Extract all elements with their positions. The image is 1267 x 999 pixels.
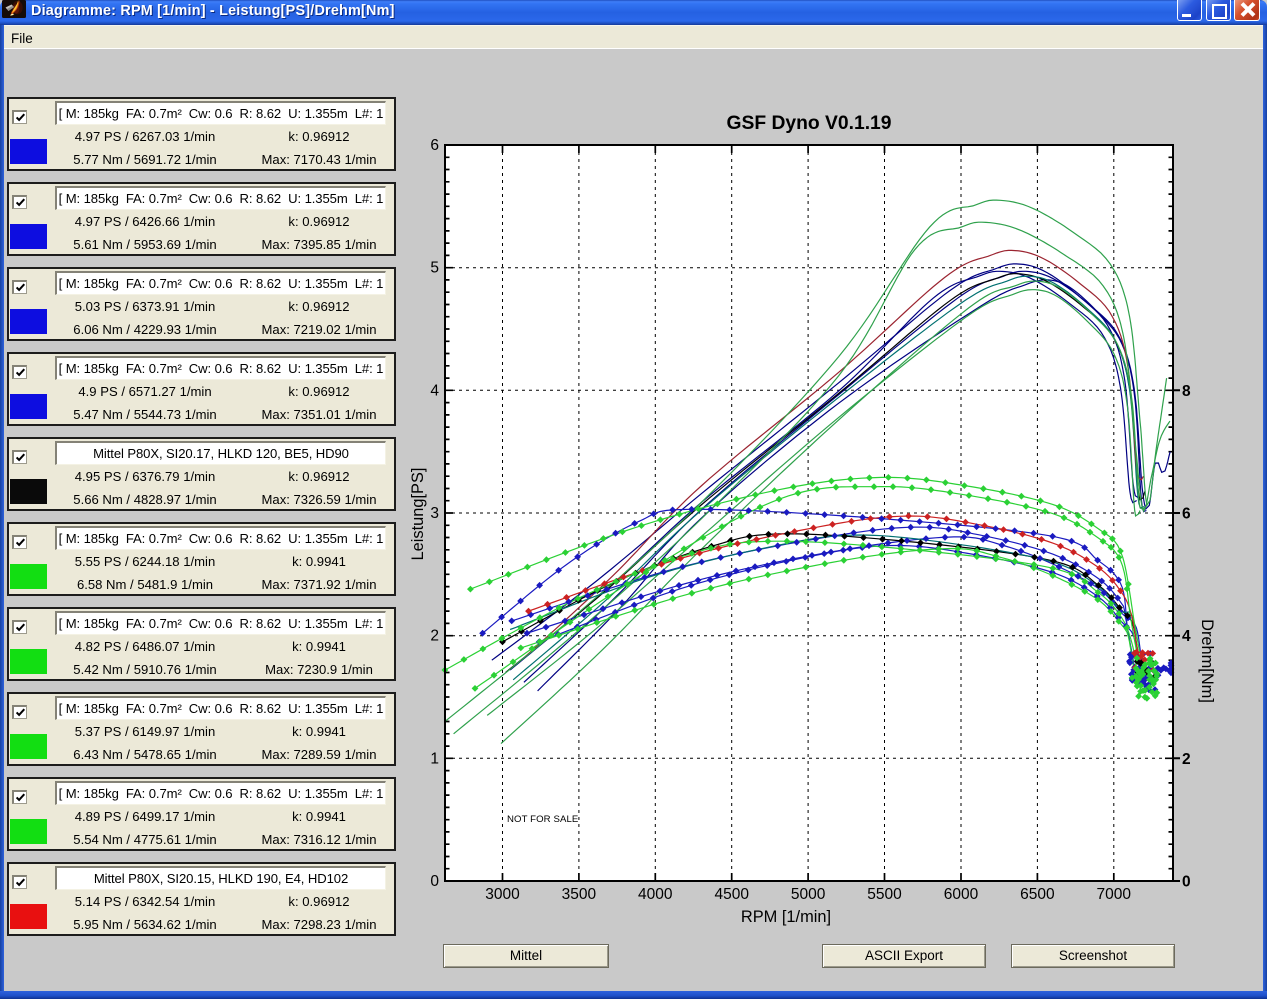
svg-text:6: 6 [1182, 506, 1191, 523]
svg-text:3: 3 [430, 505, 439, 522]
svg-text:4000: 4000 [638, 886, 673, 903]
svg-text:Leistung[PS]: Leistung[PS] [409, 468, 427, 561]
svg-text:5500: 5500 [867, 886, 902, 903]
svg-text:1: 1 [430, 750, 439, 767]
svg-text:4500: 4500 [714, 886, 749, 903]
svg-text:2: 2 [1182, 751, 1191, 768]
svg-text:4: 4 [1182, 628, 1191, 645]
svg-text:2: 2 [430, 628, 439, 645]
svg-text:5000: 5000 [791, 886, 826, 903]
svg-text:6000: 6000 [944, 886, 979, 903]
svg-text:NOT FOR SALE: NOT FOR SALE [507, 814, 578, 825]
svg-text:3000: 3000 [485, 886, 520, 903]
svg-text:0: 0 [430, 873, 439, 890]
svg-text:6: 6 [430, 137, 439, 154]
svg-text:Drehm[Nm]: Drehm[Nm] [1198, 619, 1216, 703]
svg-text:8: 8 [1182, 383, 1191, 400]
svg-text:3500: 3500 [562, 886, 597, 903]
svg-text:0: 0 [1182, 874, 1191, 891]
svg-text:4: 4 [430, 382, 439, 399]
svg-text:GSF Dyno V0.1.19: GSF Dyno V0.1.19 [726, 113, 891, 134]
svg-text:6500: 6500 [1020, 886, 1055, 903]
svg-text:RPM [1/min]: RPM [1/min] [741, 908, 831, 926]
svg-text:5: 5 [430, 260, 439, 277]
svg-text:7000: 7000 [1097, 886, 1132, 903]
